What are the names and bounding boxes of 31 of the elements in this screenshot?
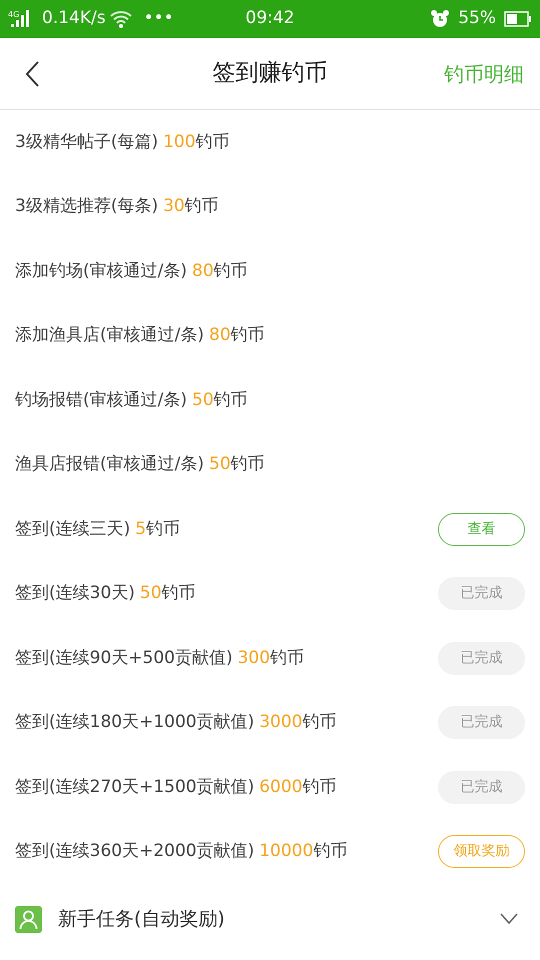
reward-text: 签到(连续270天+1500贡献值) 6000钓币 — [15, 776, 336, 798]
claim-reward-button[interactable]: 领取奖励 — [438, 835, 525, 868]
section-title: 新手任务(自动奖励) — [58, 906, 225, 932]
battery-icon — [504, 11, 532, 27]
alarm-icon — [430, 9, 450, 29]
user-icon — [15, 906, 42, 932]
reward-text: 3级精选推荐(每条) 30钓币 — [15, 195, 219, 218]
reward-text: 添加钓场(审核通过/条) 80钓币 — [15, 260, 248, 282]
page-title: 签到赚钓币 — [212, 60, 328, 86]
expand-chevron-icon[interactable] — [500, 913, 518, 925]
more-indicator: ••• — [144, 7, 174, 30]
reward-text: 签到(连续360天+2000贡献值) 10000钓币 — [15, 840, 348, 863]
completed-status: 已完成 — [438, 642, 525, 675]
completed-status: 已完成 — [438, 770, 525, 804]
network-speed: 0.14K/s — [42, 7, 106, 30]
wifi-icon — [110, 10, 132, 28]
reward-text: 渔具店报错(审核通过/条) 50钓币 — [15, 453, 265, 476]
reward-text: 钓场报错(审核通过/条) 50钓币 — [15, 388, 248, 412]
battery-percent: 55% — [458, 7, 496, 30]
reward-text: 添加渔具店(审核通过/条) 80钓币 — [15, 324, 265, 347]
back-button[interactable] — [24, 60, 40, 88]
reward-text: 签到(连续30天) 50钓币 — [15, 582, 196, 605]
status-time: 09:42 — [246, 8, 294, 28]
reward-text: 签到(连续180天+1000贡献值) 3000钓币 — [15, 711, 336, 734]
reward-text: 3级精华帖子(每篇) 100钓币 — [15, 130, 230, 154]
reward-text: 签到(连续90天+500贡献值) 300钓币 — [15, 646, 304, 670]
reward-text: 签到(连续三天) 5钓币 — [15, 518, 180, 540]
details-link[interactable]: 钓币明细 — [444, 58, 524, 88]
view-button[interactable]: 查看 — [438, 512, 525, 546]
completed-status: 已完成 — [438, 577, 525, 610]
completed-status: 已完成 — [438, 706, 525, 740]
